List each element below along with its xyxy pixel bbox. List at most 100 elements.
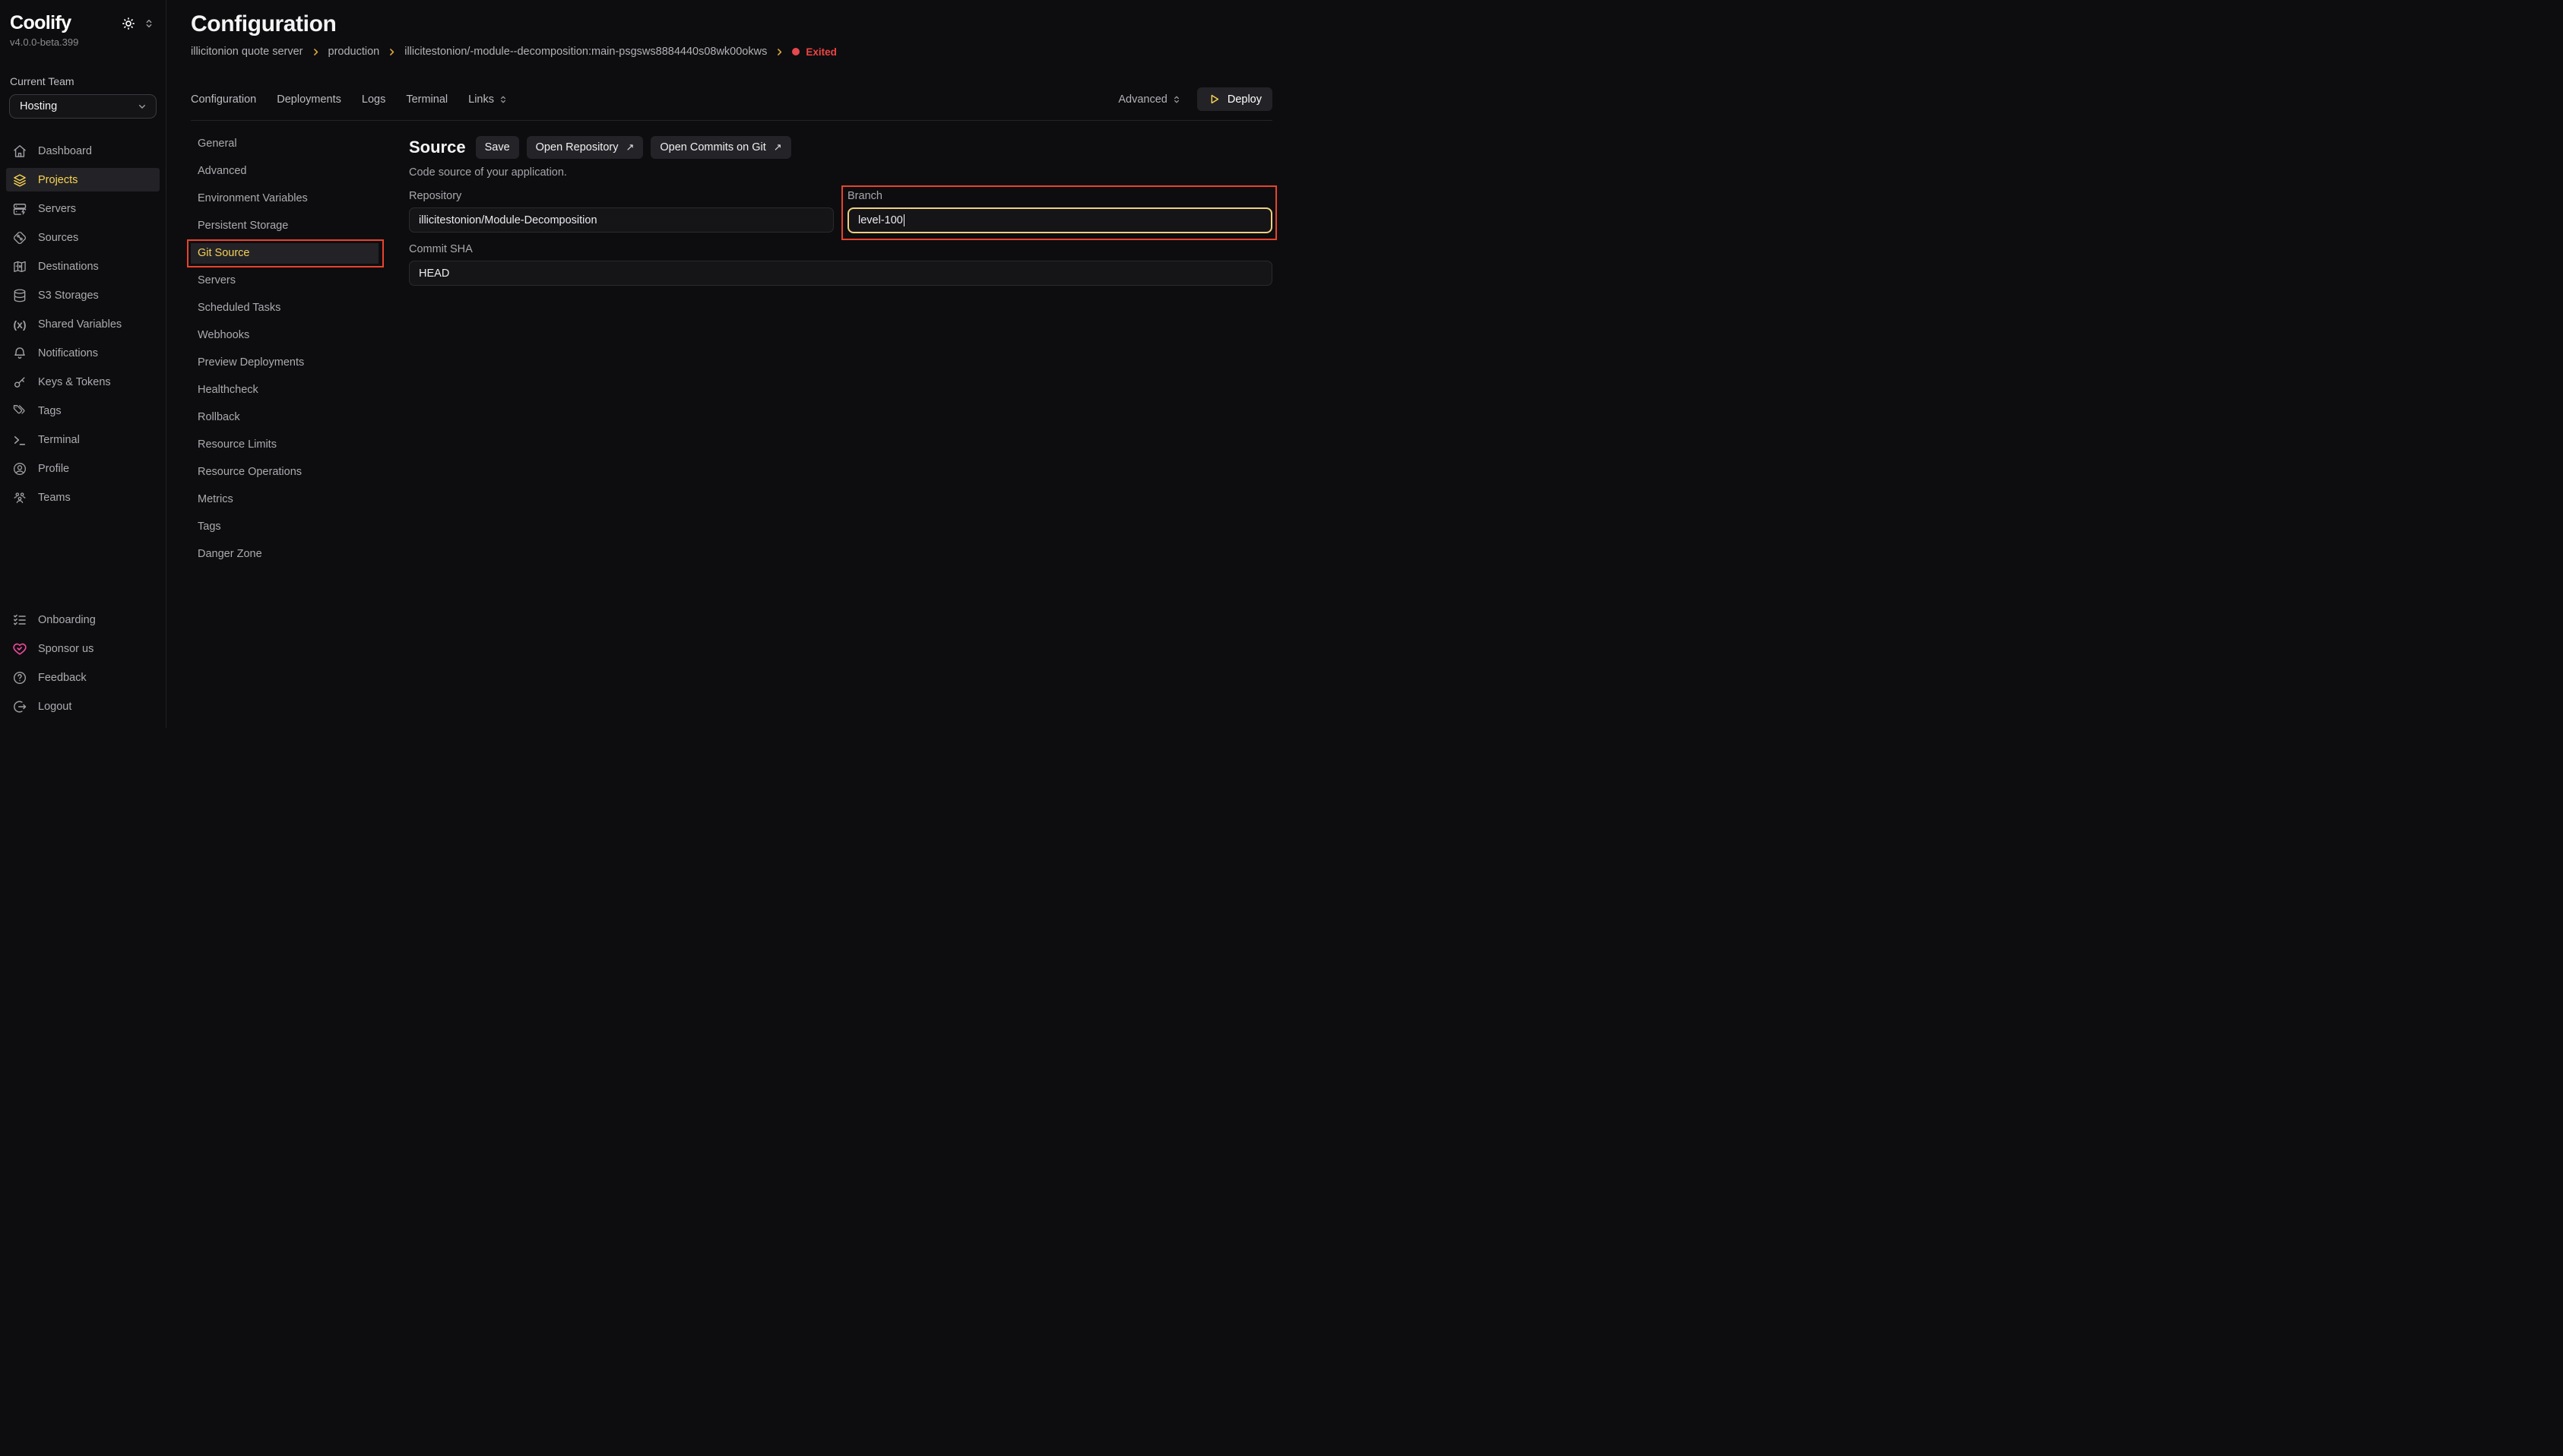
sidebar-item-keys-tokens[interactable]: Keys & Tokens	[6, 370, 160, 394]
chevron-down-icon	[136, 100, 148, 112]
sidebar-item-shared-variables[interactable]: (x) Shared Variables	[6, 312, 160, 336]
submenu-item-persistent-storage[interactable]: Persistent Storage	[191, 212, 409, 239]
user-circle-icon	[12, 461, 27, 476]
submenu-item-resource-limits[interactable]: Resource Limits	[191, 431, 409, 458]
repository-input[interactable]	[409, 207, 834, 233]
submenu-item-resource-operations[interactable]: Resource Operations	[191, 458, 409, 486]
chevrons-up-down-icon	[1171, 94, 1182, 105]
sidebar-item-dashboard[interactable]: Dashboard	[6, 139, 160, 163]
tab-configuration[interactable]: Configuration	[191, 93, 256, 106]
submenu-item-webhooks[interactable]: Webhooks	[191, 321, 409, 349]
sidebar-item-onboarding[interactable]: Onboarding	[6, 608, 160, 631]
submenu-item-servers[interactable]: Servers	[191, 267, 409, 294]
git-source-form: Source Save Open Repository ↗ Open Commi…	[409, 121, 1272, 286]
theme-sun-icon[interactable]	[121, 16, 136, 31]
terminal-icon	[12, 432, 27, 448]
sidebar-item-label: S3 Storages	[38, 290, 99, 302]
text-cursor	[904, 214, 905, 226]
repository-field: Repository	[409, 190, 834, 233]
submenu-item-git-source-label: Git Source	[198, 247, 250, 259]
breadcrumb: illicitonion quote server production ill…	[191, 46, 1272, 58]
source-heading: Source	[409, 138, 466, 157]
sidebar-item-label: Profile	[38, 463, 69, 475]
submenu-item-rollback[interactable]: Rollback	[191, 404, 409, 431]
play-icon	[1208, 93, 1221, 106]
database-icon	[12, 288, 27, 303]
open-repository-button[interactable]: Open Repository ↗	[527, 136, 644, 159]
branch-input[interactable]: level-100	[847, 207, 1272, 233]
advanced-label: Advanced	[1118, 93, 1167, 106]
open-commits-button[interactable]: Open Commits on Git ↗	[651, 136, 790, 159]
advanced-dropdown[interactable]: Advanced	[1118, 93, 1182, 106]
sidebar-item-sponsor-us[interactable]: Sponsor us	[6, 637, 160, 660]
sidebar-item-destinations[interactable]: Destinations	[6, 255, 160, 278]
sidebar-item-label: Dashboard	[38, 145, 92, 157]
heart-icon	[12, 641, 27, 657]
team-select[interactable]: Hosting	[9, 94, 157, 119]
breadcrumb-environment[interactable]: production	[328, 46, 380, 58]
sidebar-item-feedback[interactable]: Feedback	[6, 666, 160, 689]
sidebar-item-label: Tags	[38, 405, 62, 417]
commit-sha-field: Commit SHA	[409, 243, 1272, 286]
submenu-item-preview-deployments[interactable]: Preview Deployments	[191, 349, 409, 376]
sidebar-item-label: Shared Variables	[38, 318, 122, 331]
tab-logs[interactable]: Logs	[362, 93, 385, 106]
sidebar-item-label: Projects	[38, 174, 78, 186]
sidebar-item-label: Notifications	[38, 347, 98, 359]
branch-input-value: level-100	[858, 214, 903, 226]
sidebar-item-logout[interactable]: Logout	[6, 695, 160, 718]
chevron-right-icon	[387, 47, 397, 57]
deploy-button[interactable]: Deploy	[1197, 87, 1272, 111]
submenu-item-danger-zone[interactable]: Danger Zone	[191, 540, 409, 568]
map-icon	[12, 259, 27, 274]
sidebar-item-label: Terminal	[38, 434, 80, 446]
submenu-item-tags[interactable]: Tags	[191, 513, 409, 540]
sidebar-item-label: Destinations	[38, 261, 99, 273]
submenu-item-environment-variables[interactable]: Environment Variables	[191, 185, 409, 212]
submenu-item-git-source[interactable]: Git Source	[191, 243, 379, 264]
sidebar-nav: Dashboard Projects Servers	[0, 139, 166, 509]
configuration-submenu: General Advanced Environment Variables P…	[191, 130, 409, 568]
submenu-item-scheduled-tasks[interactable]: Scheduled Tasks	[191, 294, 409, 321]
submenu-item-healthcheck[interactable]: Healthcheck	[191, 376, 409, 404]
sidebar-item-label: Servers	[38, 203, 76, 215]
submenu-item-metrics[interactable]: Metrics	[191, 486, 409, 513]
repository-label: Repository	[409, 190, 834, 202]
branch-label: Branch	[847, 190, 1272, 202]
sidebar-item-label: Logout	[38, 701, 71, 713]
theme-chevrons-up-down-icon[interactable]	[143, 17, 155, 30]
sidebar-footer: Onboarding Sponsor us Feedback	[0, 608, 166, 728]
sidebar-item-sources[interactable]: Sources	[6, 226, 160, 249]
submenu-item-advanced[interactable]: Advanced	[191, 157, 409, 185]
team-select-value: Hosting	[20, 100, 57, 112]
tab-links[interactable]: Links	[468, 93, 508, 106]
tab-terminal[interactable]: Terminal	[406, 93, 448, 106]
commit-sha-input[interactable]	[409, 261, 1272, 286]
breadcrumb-application[interactable]: illicitestonion/-module--decomposition:m…	[404, 46, 767, 58]
sidebar-item-notifications[interactable]: Notifications	[6, 341, 160, 365]
sidebar-item-projects[interactable]: Projects	[6, 168, 160, 191]
home-icon	[12, 144, 27, 159]
sidebar-item-servers[interactable]: Servers	[6, 197, 160, 220]
sidebar-item-profile[interactable]: Profile	[6, 457, 160, 480]
chevron-right-icon	[775, 47, 784, 57]
status-dot-icon	[792, 48, 800, 55]
tab-deployments[interactable]: Deployments	[277, 93, 341, 106]
sidebar-item-tags[interactable]: Tags	[6, 399, 160, 423]
submenu-item-general[interactable]: General	[191, 130, 409, 157]
sidebar-item-label: Feedback	[38, 672, 87, 684]
sidebar-item-s3-storages[interactable]: S3 Storages	[6, 283, 160, 307]
save-button[interactable]: Save	[476, 136, 519, 159]
sidebar-item-label: Sources	[38, 232, 78, 244]
current-team-label: Current Team	[10, 75, 166, 87]
sidebar-item-terminal[interactable]: Terminal	[6, 428, 160, 451]
sidebar-item-teams[interactable]: Teams	[6, 486, 160, 509]
external-link-icon: ↗	[626, 141, 634, 154]
app-version: v4.0.0-beta.399	[0, 34, 166, 48]
breadcrumb-project[interactable]: illicitonion quote server	[191, 46, 303, 58]
status-text: Exited	[806, 46, 837, 58]
open-commits-label: Open Commits on Git	[660, 141, 765, 154]
tab-links-label: Links	[468, 93, 494, 106]
bell-icon	[12, 346, 27, 361]
source-description: Code source of your application.	[409, 166, 1272, 179]
